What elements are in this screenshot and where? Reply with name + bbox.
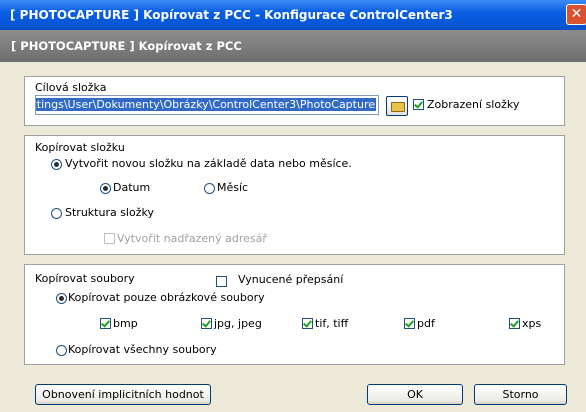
all-files-radio[interactable] [56, 345, 67, 356]
by-month-label: Měsíc [217, 181, 249, 194]
destination-label: Cílová složka [35, 81, 107, 94]
show-folder-label: Zobrazení složky [427, 98, 520, 111]
structure-radio[interactable] [51, 208, 62, 219]
type-xps-label: xps [522, 317, 542, 330]
type-pdf-label: pdf [417, 317, 435, 330]
type-tif-checkbox[interactable] [302, 318, 313, 329]
new-folder-label: Vytvořit novou složku na základě data ne… [65, 157, 352, 170]
ok-button[interactable]: OK [367, 384, 463, 405]
type-pdf-checkbox[interactable] [404, 318, 415, 329]
show-folder-checkbox[interactable] [413, 99, 424, 110]
window-titlebar[interactable]: [ PHOTOCAPTURE ] Kopírovat z PCC - Konfi… [0, 0, 586, 30]
type-xps-checkbox[interactable] [509, 318, 520, 329]
by-date-radio[interactable] [100, 183, 111, 194]
window-title: [ PHOTOCAPTURE ] Kopírovat z PCC - Konfi… [10, 8, 453, 22]
create-parent-label: Vytvořit nadřazený adresář [117, 232, 267, 245]
type-bmp-label: bmp [113, 317, 138, 330]
close-icon[interactable]: ✕ [566, 4, 586, 25]
new-folder-radio[interactable] [51, 159, 62, 170]
by-month-radio[interactable] [204, 183, 215, 194]
header-title: [ PHOTOCAPTURE ] Kopírovat z PCC [11, 39, 242, 53]
restore-defaults-button[interactable]: Obnovení implicitních hodnot [35, 384, 211, 405]
copy-files-label: Kopírovat soubory [35, 272, 135, 285]
copy-folder-label: Kopírovat složku [35, 141, 125, 154]
all-files-label: Kopírovat všechny soubory [68, 343, 217, 356]
folder-icon [391, 102, 405, 112]
type-bmp-checkbox[interactable] [100, 318, 111, 329]
type-jpg-checkbox[interactable] [201, 318, 212, 329]
create-parent-checkbox[interactable] [104, 233, 115, 244]
by-date-label: Datum [113, 181, 151, 194]
images-only-label: Kopírovat pouze obrázkové soubory [68, 291, 265, 304]
destination-path-input[interactable]: ttings\User\Dokumenty\Obrázky\ControlCen… [35, 95, 379, 115]
cancel-button[interactable]: Storno [474, 384, 567, 405]
force-overwrite-checkbox[interactable] [216, 276, 227, 287]
images-only-radio[interactable] [56, 293, 67, 304]
force-overwrite-label: Vynucené přepsání [238, 273, 344, 286]
section-header: [ PHOTOCAPTURE ] Kopírovat z PCC [0, 30, 586, 62]
structure-label: Struktura složky [65, 206, 154, 219]
browse-folder-button[interactable] [386, 96, 408, 116]
destination-path-text: ttings\User\Dokumenty\Obrázky\ControlCen… [36, 98, 376, 111]
type-jpg-label: jpg, jpeg [214, 317, 262, 330]
type-tif-label: tif, tiff [315, 317, 349, 330]
